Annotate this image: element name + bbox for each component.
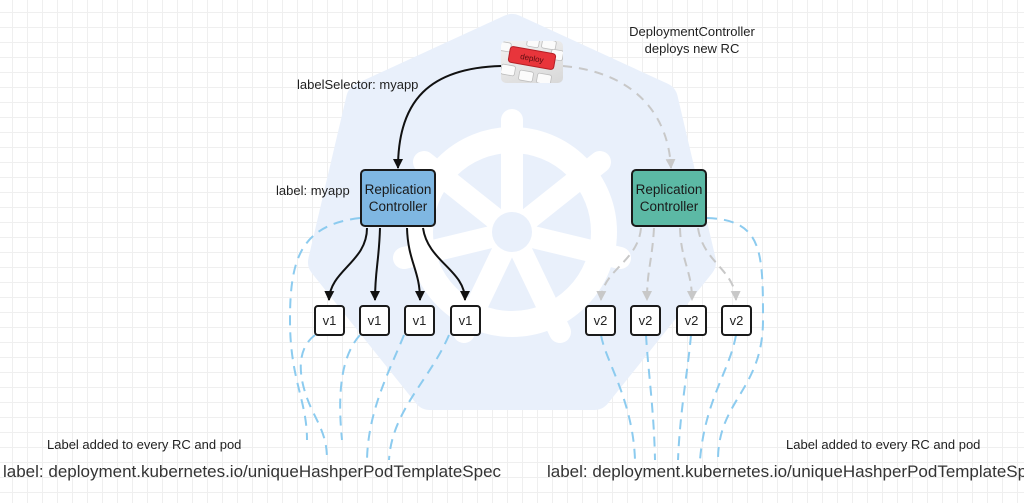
footer-right-label: label: deployment.kubernetes.io/uniqueHa… [547, 462, 1024, 481]
replication-controller-v1[interactable]: Replication Controller [360, 169, 436, 227]
label-myapp-note: label: myapp [276, 183, 350, 198]
keyboard-deploy-key-icon: deploy [501, 41, 563, 83]
rc-v1-label-line-2: Controller [368, 199, 428, 214]
label-selector-note: labelSelector: myapp [297, 77, 419, 92]
footer-right-note: Label added to every RC and pod [786, 437, 981, 452]
keyboard-keys-icon: deploy [501, 41, 563, 83]
pod-v2[interactable]: v2 [721, 305, 752, 336]
pod-v1[interactable]: v1 [450, 305, 481, 336]
rc-v2-label-line-1: Replication [635, 182, 703, 197]
pod-v1[interactable]: v1 [314, 305, 345, 336]
pod-v2[interactable]: v2 [676, 305, 707, 336]
footer-left-label: label: deployment.kubernetes.io/uniqueHa… [3, 462, 502, 481]
replication-controller-v2[interactable]: Replication Controller [631, 169, 707, 227]
pod-v2[interactable]: v2 [585, 305, 616, 336]
rc-v1-label-line-1: Replication [364, 182, 432, 197]
deployment-controller-note: DeploymentController deploys new RC [612, 23, 772, 57]
deployment-controller-line-2: deploys new RC [644, 41, 740, 56]
pod-v2[interactable]: v2 [630, 305, 661, 336]
footer-left-note: Label added to every RC and pod [47, 437, 242, 452]
pod-v1[interactable]: v1 [359, 305, 390, 336]
deployment-controller-line-1: DeploymentController [629, 24, 755, 39]
rc-v2-label-line-2: Controller [639, 199, 699, 214]
pod-v1[interactable]: v1 [404, 305, 435, 336]
